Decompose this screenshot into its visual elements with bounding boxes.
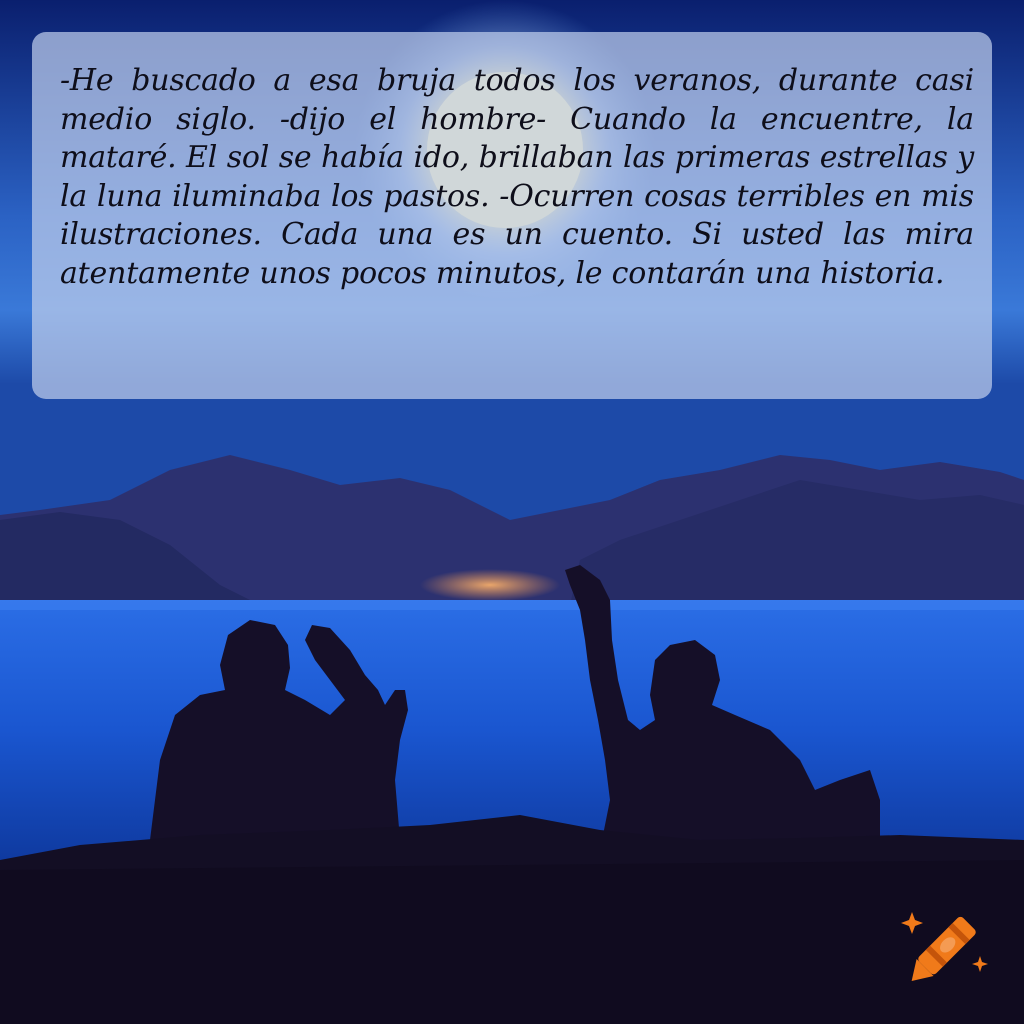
- caption-text: -He buscado a esa bruja todos los verano…: [60, 63, 974, 291]
- crayon-sparkle-icon: [901, 912, 988, 981]
- caption-box: -He buscado a esa bruja todos los verano…: [32, 32, 992, 399]
- shore-light: [420, 569, 560, 601]
- illustration-scene: -He buscado a esa bruja todos los verano…: [0, 0, 1024, 1024]
